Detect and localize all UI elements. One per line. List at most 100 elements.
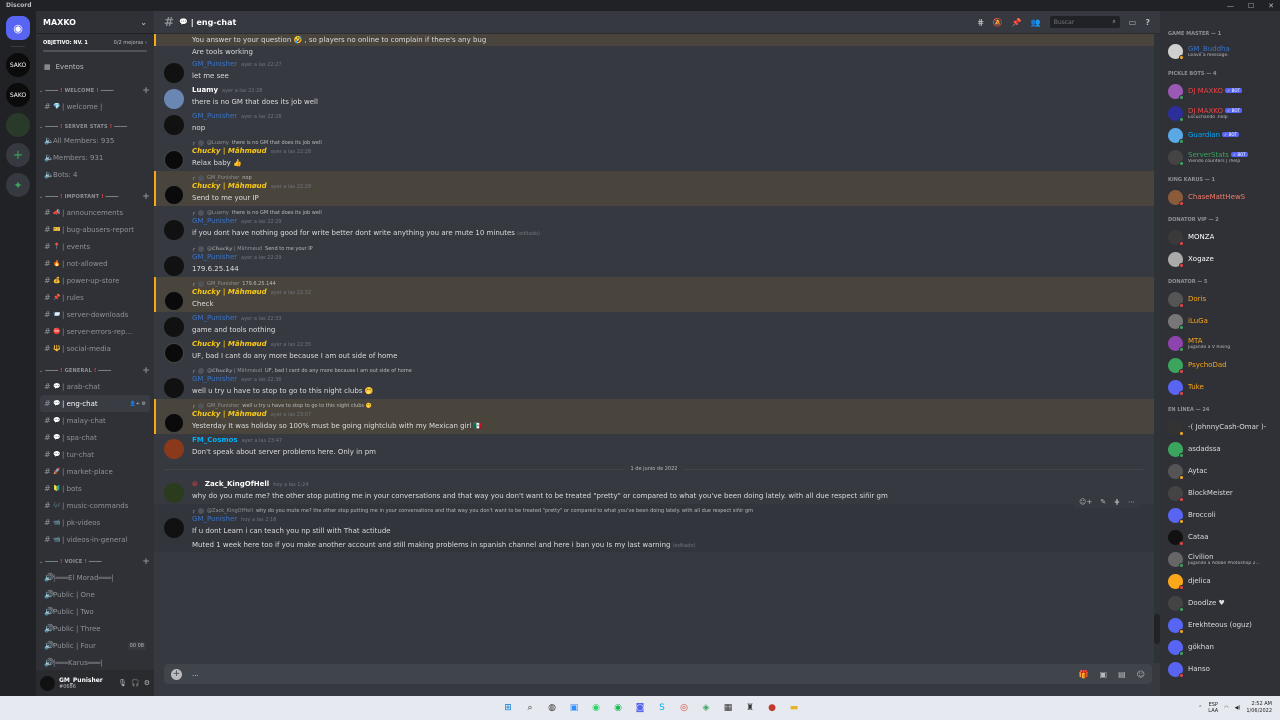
message[interactable]: ╭ GM_Punisher 179.6.25.144 𝘾𝙝𝙪𝙘𝙠𝙮 | Mâhmøud… [154,277,1154,312]
channel-events[interactable]: # 📍 | events [40,238,150,255]
category-welcome[interactable]: ⌄ ━━━━ ! WELCOME ! ━━━━ + [36,77,154,98]
member-item[interactable]: Broccoli [1160,504,1280,526]
channel-power-up-store[interactable]: # 💰 | power-up-store [40,272,150,289]
language-indicator[interactable]: ESP LAA [1208,702,1218,714]
avatar[interactable] [164,291,184,311]
avatar[interactable] [40,675,55,691]
composer-text[interactable]: ... [192,670,199,678]
member-item[interactable]: Aytac [1160,460,1280,482]
server-icon-maxko[interactable]: SAKO [6,83,30,107]
category-general[interactable]: ⌄ ━━━━ ! GENERAL ! ━━━━ + [36,357,154,378]
member-item[interactable]: -( JohnnyCash-Omar )- [1160,416,1280,438]
reply-preview[interactable]: ╭ @Luamy there is no GM that does its job … [192,208,1144,217]
category-server-stats[interactable]: ⌄ ━━━━ ! SERVER STATS ! ━━━━ [36,115,154,132]
member-item[interactable]: BlockMeister [1160,482,1280,504]
search-icon[interactable]: ⌕ [522,700,538,716]
app-icon[interactable]: ● [764,700,780,716]
message[interactable]: ╭ GM_Punisher nop 𝘾𝙝𝙪𝙘𝙠𝙮 | Mâhmøud ayer a la… [154,171,1154,206]
add-reaction-icon[interactable]: ☺+ [1079,498,1092,506]
member-item[interactable]: gökhan [1160,636,1280,658]
avatar[interactable] [164,185,184,205]
message-list[interactable]: You answer to your question 🤣 , so playe… [154,34,1154,663]
add-server-icon[interactable]: + [6,143,30,167]
channel-tur-chat[interactable]: # 💬 | tur-chat [40,446,150,463]
member-item[interactable]: Xogaze [1160,248,1280,270]
message[interactable]: ╭ @𝘾𝙝𝙪𝙘𝙠𝙮 | Mâhmøud UF, bad I cant do any … [154,364,1154,399]
message[interactable]: Muted 1 week here too if you make anothe… [154,539,1154,552]
reply-preview[interactable]: ╭ @𝘾𝙝𝙪𝙘𝙠𝙮 | Mâhmøud UF, bad I cant do any … [192,366,1144,375]
add-channel-icon[interactable]: + [142,557,150,567]
thread-icon[interactable]: ⋕ [1114,498,1120,506]
bell-muted-icon[interactable]: 🔕 [993,18,1003,27]
edit-icon[interactable]: ✎ [1100,498,1106,506]
message[interactable]: GM_Punisher ayer a las 22:28 nop [154,110,1154,136]
help-icon[interactable]: ? [1145,18,1150,27]
pin-icon[interactable]: 📌 [1012,18,1022,27]
author-name[interactable]: 𝘾𝙝𝙪𝙘𝙠𝙮 | Mâhmøud [192,288,267,296]
zoom-icon[interactable]: ▣ [566,700,582,716]
channel-eng-chat[interactable]: # 💬 | eng-chat 👤+ ⚙ [40,395,150,412]
headphones-icon[interactable]: 🎧 [131,679,140,687]
server-header[interactable]: MAXKO ⌄ [36,11,154,34]
boost-objective[interactable]: OBJETIVO: NV. 1 0/2 mejoras › [36,34,154,46]
inbox-icon[interactable]: ▭ [1129,18,1137,27]
avatar[interactable] [164,63,184,83]
member-item[interactable]: ServerStats ✓ BOT Viendo counters | /help [1160,146,1280,168]
server-icon[interactable] [6,113,30,137]
reply-preview[interactable]: ╭ GM_Punisher well u try u have to stop to… [192,401,1144,410]
app-icon[interactable]: ▦ [720,700,736,716]
minimize-button[interactable]: — [1227,2,1234,10]
channel-announcements[interactable]: # 📣 | announcements [40,204,150,221]
author-name[interactable]: Luamy [192,86,218,94]
message[interactable]: Are tools working [154,46,1154,58]
message[interactable]: ╭ @Luamy there is no GM that does its job … [154,136,1154,171]
skype-icon[interactable]: S [654,700,670,716]
author-name[interactable]: 𝘾𝙝𝙪𝙘𝙠𝙮 | Mâhmøud [192,340,267,348]
events-link[interactable]: ▦ Eventos [36,52,154,77]
message[interactable]: ╭ @Zack_KingOfHell why do you mute me? the… [154,496,1154,539]
channel-rules[interactable]: # 📌 | rules [40,289,150,306]
avatar[interactable] [164,317,184,337]
gear-icon[interactable]: ⚙ [144,679,150,687]
server-icon[interactable]: SAKO [6,53,30,77]
message[interactable]: ╭ @𝘾𝙝𝙪𝙘𝙠𝙮 | Mâhmøud Send to me your IP GM_P… [154,242,1154,277]
member-item[interactable]: DJ MAXKO ✓ BOT Escuchando .help [1160,102,1280,124]
avatar[interactable] [164,378,184,398]
avatar[interactable] [164,343,184,363]
channel-music-commands[interactable]: # 🎶 | music-commands [40,497,150,514]
avatar[interactable] [164,439,184,459]
spotify-icon[interactable]: ◉ [610,700,626,716]
author-name[interactable]: GM_Punisher [192,253,237,261]
whatsapp-icon[interactable]: ◉ [588,700,604,716]
game-icon[interactable]: ♜ [742,700,758,716]
message[interactable]: FM_Cosmos ayer a las 23:47 Don't speak abo… [154,434,1154,460]
member-item[interactable]: PsychoDad [1160,354,1280,376]
avatar[interactable] [164,483,184,503]
channel-videos-in-general[interactable]: # 📹 | videos-in-general [40,531,150,548]
avatar[interactable] [164,150,184,170]
sticker-icon[interactable]: ▤ [1118,670,1126,679]
avatar[interactable] [164,413,184,433]
members-icon[interactable]: 👥 [1031,18,1041,27]
channel-bots-4[interactable]: 🔈 Bots: 4 [40,166,150,183]
search-input[interactable]: Buscar ⌕ [1049,16,1120,28]
reply-preview[interactable]: ╭ @Zack_KingOfHell why do you mute me? the… [192,506,1144,515]
microphone-icon[interactable]: 🎙 [118,679,127,687]
member-item[interactable]: MONZA [1160,226,1280,248]
member-item[interactable]: DJ MAXKO ✓ BOT [1160,80,1280,102]
avatar[interactable] [164,89,184,109]
author-name[interactable]: GM_Punisher [192,112,237,120]
add-channel-icon[interactable]: + [142,86,150,96]
author-name[interactable]: GM_Punisher [192,60,237,68]
explore-servers-icon[interactable]: ✦ [6,173,30,197]
channel-public-one[interactable]: 🔊 Public | One [40,586,150,603]
author-name[interactable]: Zack_KingOfHell [205,480,269,488]
message[interactable]: GM_Punisher ayer a las 22:33 game and tool… [154,312,1154,338]
channel-malay-chat[interactable]: # 💬 | malay-chat [40,412,150,429]
author-name[interactable]: GM_Punisher [192,217,237,225]
channel-not-allowed[interactable]: # 🔥 | not-allowed [40,255,150,272]
chevron-up-icon[interactable]: ⌃ [1198,705,1202,711]
add-channel-icon[interactable]: + [142,192,150,202]
avatar[interactable] [164,220,184,240]
channel-el-morad[interactable]: 🔊 |═══El Morad═══| [40,569,150,586]
